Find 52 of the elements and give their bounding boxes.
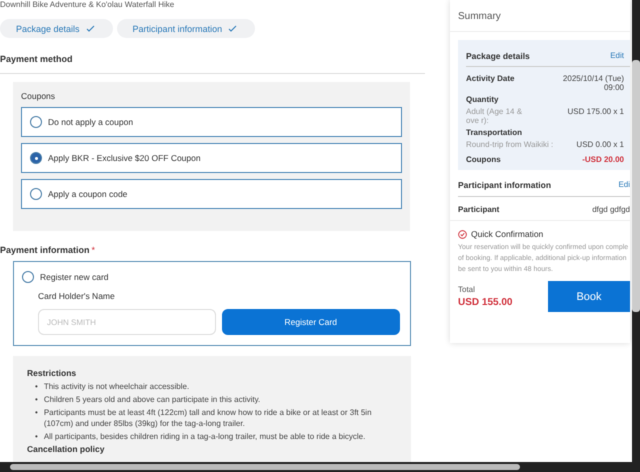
row-label: Adult (Age 14 & ove r): [466,107,524,125]
restriction-item: This activity is not wheelchair accessible. [44,381,190,392]
bullet-mark: • [35,381,38,392]
register-card-button[interactable]: Register Card [222,309,400,335]
bullet-mark: • [35,431,38,442]
field-label: Card Holder's Name [38,291,116,301]
row-value: 2025/10/14 (Tue) 09:00 [562,74,624,92]
radio-button[interactable] [30,152,42,164]
quick-confirmation-title: Quick Confirmation [471,229,544,239]
option-label: Register new card [40,272,109,282]
row-label: Activity Date [466,74,514,83]
radio-button[interactable] [22,271,34,283]
row-label: Transportation [466,128,524,137]
page-title: Downhill Bike Adventure & Ko'olau Waterfall Hike [0,0,176,10]
row-value: dfgd gdfgd [592,205,630,214]
coupons-label: Coupons [21,91,56,101]
book-button[interactable]: Book [548,281,630,312]
required-mark: * [92,245,96,255]
check-circle-icon [458,230,467,238]
horizontal-scrollbar[interactable] [0,462,640,472]
row-label: Coupons [466,155,501,164]
row-label: Quantity [466,95,500,104]
total-label: Total [458,285,476,294]
participant-title: Participant information [458,180,552,190]
row-value: USD 175.00 x 1 [568,107,624,116]
restriction-item: Participants must be at least 4ft (122cm) tall and know how to ride a bike or at least or 3ft 5in (107cm) and under 85lbs (39kg) for the tag-a-long trailer. [44,407,373,429]
step-tab[interactable]: Participant information [116,19,256,38]
coupon-option[interactable]: Do not apply a coupon [21,107,402,137]
radio-button[interactable] [30,188,42,200]
row-label: Participant [458,205,500,214]
section-title: Cancellation policy [27,444,106,454]
summary-title: Summary [450,0,630,32]
row-value: USD 0.00 x 1 [576,140,624,149]
bullet-mark: • [35,394,38,405]
discount-value: -USD 20.00 [582,155,624,164]
coupon-option[interactable]: Apply BKR - Exclusive $20 OFF Coupon [21,143,402,173]
total-price: USD 155.00 [458,297,512,308]
bullet-mark: • [35,407,38,419]
vertical-scrollbar[interactable] [632,0,640,462]
restriction-item: Children 5 years old and above can participate in this activity. [44,394,260,405]
section-title: Payment information [0,245,90,255]
row-label: Round-trip from Waikiki : [466,140,554,149]
edit-link[interactable]: Edi [618,180,630,189]
edit-link[interactable]: Edit [610,51,624,60]
restrictions-title: Restrictions [27,368,78,378]
coupon-option[interactable]: Apply a coupon code [21,179,402,209]
package-title: Package details [466,51,530,61]
radio-button[interactable] [30,116,42,128]
restriction-item: All participants, besides children riding in a tag-a-long trailer, must be able to ride a bicycle. [44,431,366,442]
section-title: Payment method [0,54,74,64]
card-holder-field[interactable]: JOHN SMITH [38,309,216,335]
step-tab[interactable]: Package details [0,19,113,38]
